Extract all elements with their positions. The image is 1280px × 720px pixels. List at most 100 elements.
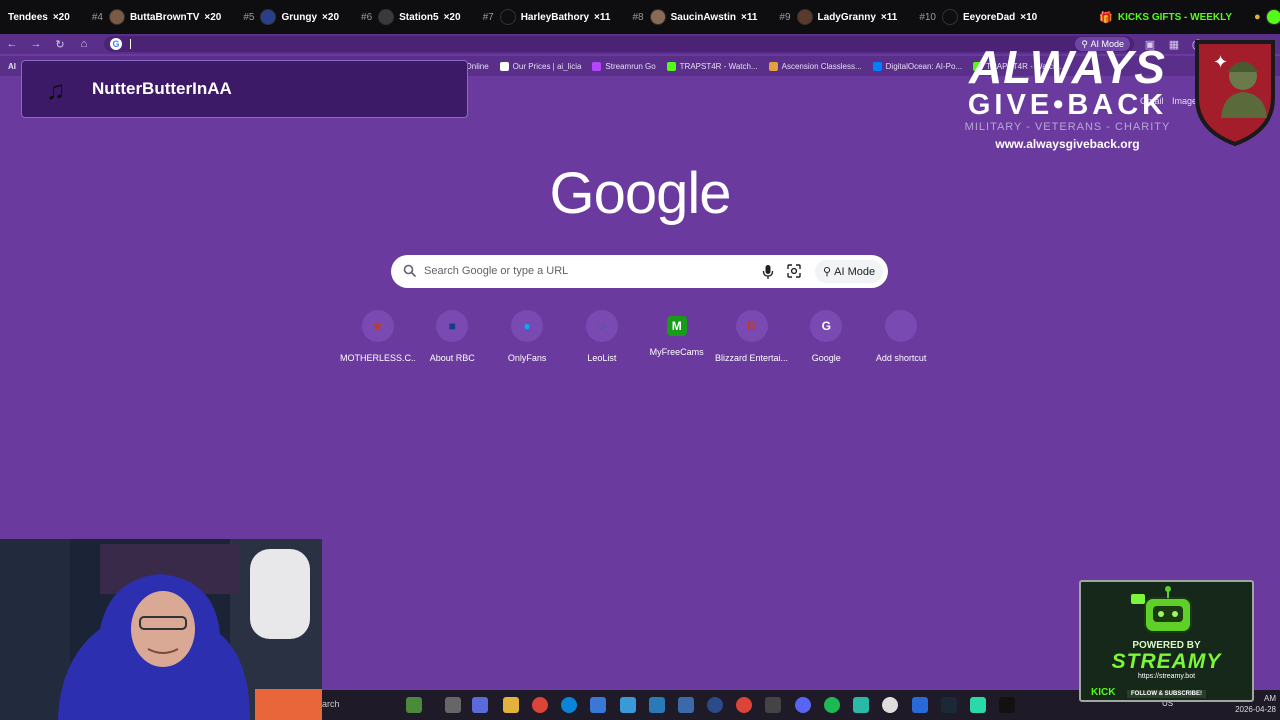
ticker-name: LadyGranny (817, 11, 876, 23)
kicks-gifts-label: 🎁 KICKS GIFTS - WEEKLY (1099, 11, 1232, 24)
app-icon-5[interactable] (765, 697, 781, 713)
ticker-rank: #4 (91, 11, 103, 23)
bookmark-item[interactable]: Streamrun Go (592, 61, 656, 71)
avatar (499, 9, 516, 25)
shortcut-tile[interactable]: + Add shortcut (864, 310, 939, 363)
gift-icon: 🎁 (1099, 11, 1113, 24)
bookmark-label: TRAPST4R - Watch... (679, 61, 758, 71)
ticker-entry: #8 SaucinAwstin ×11 (632, 9, 757, 25)
bookmark-item[interactable]: Our Prices | ai_licia (499, 61, 582, 71)
ticker-entry: #9 LadyGranny ×11 (779, 9, 897, 25)
ticker-count: ×20 (204, 11, 222, 23)
shortcut-tile[interactable]: ○ LeoList (564, 310, 639, 363)
chrome-icon[interactable] (532, 697, 548, 713)
shortcut-icon: ● (511, 310, 544, 342)
shortcut-tile[interactable]: ★ MOTHERLESS.C... (340, 310, 415, 363)
ticker-name: Station5 (399, 11, 439, 23)
forward-button[interactable]: → (24, 34, 48, 54)
shortcut-label: LeoList (587, 353, 617, 363)
ticker-entry: #4 ButtaBrownTV ×20 (91, 9, 222, 25)
avatar (942, 9, 958, 25)
robot-icon (1131, 586, 1192, 633)
app-icon-8[interactable] (912, 697, 928, 713)
bookmark-favicon-icon (872, 61, 882, 71)
shortcut-tile[interactable]: ■ About RBC (415, 310, 490, 363)
ticker-count: ×10 (1020, 11, 1038, 23)
app-icon-9[interactable] (970, 697, 986, 713)
shortcut-label: MyFreeCams (649, 347, 704, 357)
soldier-shield-icon: ✦ (1195, 40, 1275, 146)
shortcut-label: MOTHERLESS.C... (340, 353, 415, 363)
bookmark-item[interactable]: Ascension Classless... (768, 61, 862, 71)
ticker-entry: #7 HarleyBathory ×11 (482, 9, 610, 25)
copilot-icon[interactable] (472, 697, 488, 713)
shortcut-tile[interactable]: M MyFreeCams (639, 310, 714, 357)
google-g-icon: G (110, 38, 122, 50)
app-icon-1[interactable] (620, 697, 636, 713)
app-icon-2[interactable] (649, 697, 665, 713)
ticker-name: EeyoreDad (963, 11, 1016, 23)
bookmark-ai[interactable]: AI (8, 62, 16, 71)
svg-text:✦: ✦ (1213, 52, 1228, 73)
ticker-rank: #7 (482, 11, 494, 23)
search-icon (403, 264, 417, 278)
gift-label: KICKS GIFTS - WEEKLY (1117, 11, 1233, 23)
reload-button[interactable]: ↻ (48, 34, 72, 54)
microphone-icon[interactable] (762, 264, 774, 280)
ticker-name: ButtaBrownTV (129, 11, 200, 23)
shortcut-icon: ○ (585, 310, 618, 342)
chrome-icon-2[interactable] (736, 697, 752, 713)
google-lens-icon[interactable] (787, 264, 801, 278)
shortcut-icon: M (666, 316, 687, 336)
shortcut-tile[interactable]: G Google (789, 310, 864, 363)
taskbar-search[interactable]: arch (322, 699, 340, 709)
avatar (378, 9, 395, 25)
bookmark-favicon-icon (499, 61, 509, 71)
google-logo: Google (549, 161, 731, 226)
app-icon-6[interactable] (853, 697, 869, 713)
ticker-count: ×11 (740, 11, 758, 23)
search-placeholder[interactable]: Search Google or type a URL (424, 265, 568, 277)
webcam-feed (0, 539, 322, 720)
shortcut-icon: G (810, 310, 843, 342)
discord-icon[interactable] (795, 697, 811, 713)
avatar (796, 9, 813, 25)
bookmark-favicon-icon (768, 61, 778, 71)
bookmark-label: DigitalOcean: AI-Po... (885, 61, 963, 71)
avatar (108, 9, 125, 25)
top-leaderboard-ticker: Tendees ×20 #4 ButtaBrownTV ×20 #5 Grungy ×20 #6… (0, 0, 1280, 34)
app-icon-3[interactable] (678, 697, 694, 713)
edge-icon[interactable] (561, 697, 577, 713)
steam-icon[interactable] (941, 697, 957, 713)
bookmark-item[interactable]: TRAPST4R - Watch... (666, 61, 758, 71)
home-button[interactable]: ⌂ (72, 34, 96, 54)
google-search-box[interactable]: Search Google or type a URL ⚲ AI Mode (391, 255, 888, 288)
shortcut-label: OnlyFans (507, 353, 547, 363)
ticker-rank: #9 (779, 11, 791, 23)
file-explorer-icon[interactable] (503, 697, 519, 713)
store-icon[interactable] (590, 697, 606, 713)
bookmark-item[interactable]: DigitalOcean: AI-Po... (872, 61, 963, 71)
ticker-name: SaucinAwstin (670, 11, 736, 23)
app-icon-7[interactable] (882, 697, 898, 713)
shortcut-tile[interactable]: B Blizzard Entertai... (714, 310, 789, 363)
ticker-rank: #6 (361, 11, 373, 23)
tiktok-username-banner: ♫ NutterButterInAA (21, 60, 468, 118)
ticker-count: ×20 (52, 11, 70, 23)
shortcut-tile[interactable]: ● OnlyFans (490, 310, 565, 363)
task-view-icon[interactable] (445, 697, 461, 713)
ticker-count: ×20 (443, 11, 461, 23)
ticker-count: ×20 (322, 11, 340, 23)
widgets-icon[interactable] (406, 697, 422, 713)
ai-mode-button[interactable]: ⚲ AI Mode (815, 260, 884, 283)
shortcut-icon: B (735, 310, 768, 342)
app-icon-10[interactable] (999, 697, 1015, 713)
spotify-icon[interactable] (824, 697, 840, 713)
ticker-entry: #5 Grungy ×20 (243, 9, 339, 25)
back-button[interactable]: ← (0, 34, 24, 54)
shortcut-label: Add shortcut (875, 353, 927, 363)
app-icon-4[interactable] (707, 697, 723, 713)
bookmark-favicon-icon (666, 61, 676, 71)
bookmark-label: Streamrun Go (605, 61, 656, 71)
bookmark-label: Our Prices | ai_licia (512, 61, 582, 71)
